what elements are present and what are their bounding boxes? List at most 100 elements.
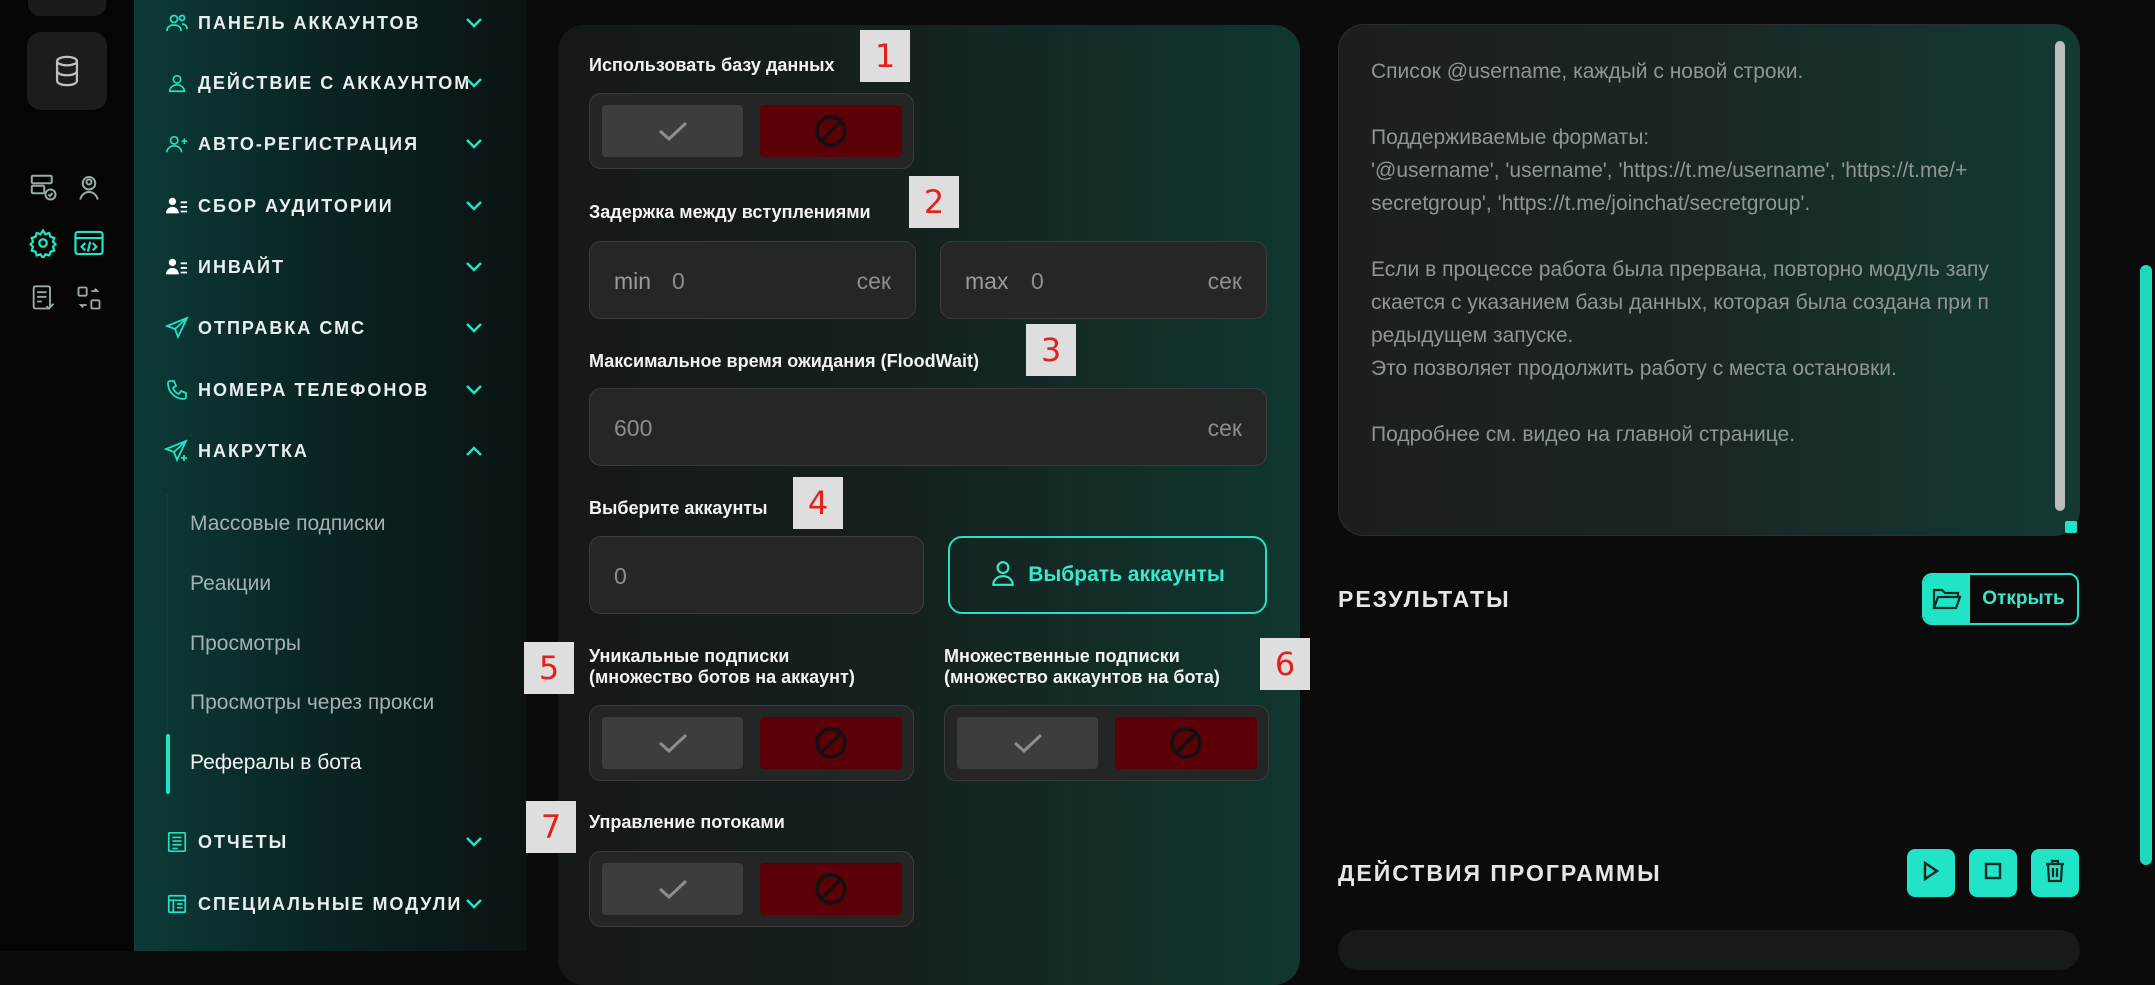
usernames-textarea[interactable]: Список @username, каждый с новой строки.…: [1338, 24, 2080, 536]
phone-icon: [164, 377, 190, 403]
chevron-up-icon[interactable]: [464, 441, 484, 461]
play-button[interactable]: [1907, 849, 1955, 897]
sidebar-item-invite[interactable]: ИНВАЙТ: [164, 247, 504, 287]
sidebar-item-account-action[interactable]: ДЕЙСТВИЕ С АККАУНТОМ: [164, 63, 504, 103]
multi-subs-label: Множественные подписки (множество аккаун…: [944, 646, 1220, 688]
submenu-item-views-proxy[interactable]: Просмотры через прокси: [190, 691, 434, 715]
check-icon[interactable]: [602, 863, 743, 915]
chevron-down-icon[interactable]: [464, 380, 484, 400]
user-plus-icon: [164, 131, 190, 157]
chevron-down-icon[interactable]: [464, 13, 484, 33]
unique-subs-label: Уникальные подписки (множество ботов на …: [589, 646, 855, 688]
user-circle-icon[interactable]: [72, 170, 106, 204]
sidebar-item-accounts-panel[interactable]: ПАНЕЛЬ АККАУНТОВ: [164, 3, 504, 43]
forbid-icon[interactable]: [760, 717, 902, 769]
accounts-count-input[interactable]: 0: [589, 536, 924, 614]
chevron-down-icon[interactable]: [464, 318, 484, 338]
threads-toggle: [589, 851, 914, 927]
marker-6: 6: [1260, 638, 1310, 690]
actions-title: ДЕЙСТВИЯ ПРОГРАММЫ: [1338, 860, 1662, 886]
sidebar-item-reports[interactable]: ОТЧЕТЫ: [164, 822, 504, 862]
report-check-icon[interactable]: [26, 281, 60, 315]
pick-accounts-button[interactable]: Выбрать аккаунты: [948, 536, 1267, 614]
report-icon: [164, 829, 190, 855]
chevron-down-icon[interactable]: [464, 257, 484, 277]
accounts-label: Выберите аккаунты: [589, 498, 768, 518]
users-icon: [164, 10, 190, 36]
server-check-icon[interactable]: [26, 170, 60, 204]
swap-grid-icon[interactable]: [72, 281, 106, 315]
check-icon[interactable]: [602, 105, 743, 157]
sidebar-item-send-sms[interactable]: ОТПРАВКА СМС: [164, 308, 504, 348]
delay-max-input[interactable]: max 0 сек: [940, 241, 1267, 319]
code-window-icon[interactable]: [72, 226, 106, 260]
chevron-down-icon[interactable]: [464, 832, 484, 852]
modules-icon: [164, 891, 190, 917]
bottom-panel-peek: [1338, 930, 2080, 970]
forbid-icon[interactable]: [760, 863, 902, 915]
min-value: 0: [672, 268, 685, 294]
submenu-item-bot-referrals[interactable]: Рефералы в бота: [190, 751, 362, 775]
trash-icon: [2045, 859, 2065, 888]
unit-label: сек: [1207, 268, 1242, 294]
open-label: Открыть: [1982, 588, 2065, 609]
sidebar-item-phone-numbers[interactable]: НОМЕРА ТЕЛЕФОНОВ: [164, 370, 504, 410]
sidebar-item-label: НАКРУТКА: [198, 440, 309, 461]
unit-label: сек: [856, 268, 891, 294]
forbid-icon[interactable]: [760, 105, 902, 157]
delete-button[interactable]: [2031, 849, 2079, 897]
floodwait-input[interactable]: 600 сек: [589, 388, 1267, 466]
floodwait-value: 600: [614, 415, 653, 441]
results-title: РЕЗУЛЬТАТЫ: [1338, 586, 1511, 612]
sidebar-item-label: СПЕЦИАЛЬНЫЕ МОДУЛИ: [198, 893, 463, 914]
open-results-button[interactable]: Открыть: [1922, 573, 2079, 625]
threads-label: Управление потоками: [589, 812, 785, 832]
page-scrollbar[interactable]: [2140, 265, 2152, 865]
marker-2: 2: [909, 176, 959, 228]
textarea-placeholder: Список @username, каждый с новой строки.…: [1371, 60, 1989, 446]
textarea-scrollbar[interactable]: [2055, 41, 2065, 511]
chevron-down-icon[interactable]: [464, 134, 484, 154]
use-db-label: Использовать базу данных: [589, 55, 835, 75]
send-plus-icon: [164, 438, 190, 464]
user-icon: [164, 70, 190, 96]
sidebar-item-audience[interactable]: СБОР АУДИТОРИИ: [164, 186, 504, 226]
check-icon[interactable]: [602, 717, 743, 769]
marker-3: 3: [1026, 324, 1076, 376]
multi-subs-toggle: [944, 705, 1269, 781]
chevron-down-icon[interactable]: [464, 894, 484, 914]
gear-icon[interactable]: [26, 226, 60, 260]
chevron-down-icon[interactable]: [464, 196, 484, 216]
use-db-toggle: [589, 93, 914, 169]
rail-top-button[interactable]: [28, 0, 106, 16]
sidebar-item-label: ДЕЙСТВИЕ С АККАУНТОМ: [198, 72, 472, 93]
submenu-item-reactions[interactable]: Реакции: [190, 572, 271, 596]
stop-button[interactable]: [1969, 849, 2017, 897]
database-icon[interactable]: [27, 32, 107, 110]
forbid-icon[interactable]: [1115, 717, 1257, 769]
sidebar-item-label: ОТПРАВКА СМС: [198, 317, 367, 338]
submenu-item-mass-subscriptions[interactable]: Массовые подписки: [190, 512, 385, 536]
marker-5: 5: [524, 642, 574, 694]
submenu-item-views[interactable]: Просмотры: [190, 632, 301, 656]
unique-subs-toggle: [589, 705, 914, 781]
send-icon: [164, 315, 190, 341]
marker-4: 4: [793, 477, 843, 529]
chevron-down-icon[interactable]: [464, 73, 484, 93]
multi-subs-title: Множественные подписки: [944, 646, 1180, 666]
sidebar-item-label: ОТЧЕТЫ: [198, 831, 289, 852]
delay-min-input[interactable]: min 0 сек: [589, 241, 916, 319]
resize-handle-icon[interactable]: [2065, 521, 2077, 533]
folder-open-icon: [1924, 575, 1970, 623]
sidebar-item-auto-registration[interactable]: АВТО-РЕГИСТРАЦИЯ: [164, 124, 504, 164]
sidebar-item-special-modules[interactable]: СПЕЦИАЛЬНЫЕ МОДУЛИ: [164, 884, 504, 924]
accounts-value: 0: [614, 563, 627, 589]
pick-accounts-label: Выбрать аккаунты: [1028, 563, 1225, 586]
sidebar-item-label: НОМЕРА ТЕЛЕФОНОВ: [198, 379, 430, 400]
user-icon: [990, 559, 1016, 592]
sidebar-item-boost[interactable]: НАКРУТКА: [164, 431, 504, 471]
stop-icon: [1984, 862, 2002, 885]
submenu-active-indicator: [166, 734, 170, 794]
check-icon[interactable]: [957, 717, 1098, 769]
sidebar-item-label: ПАНЕЛЬ АККАУНТОВ: [198, 12, 421, 33]
